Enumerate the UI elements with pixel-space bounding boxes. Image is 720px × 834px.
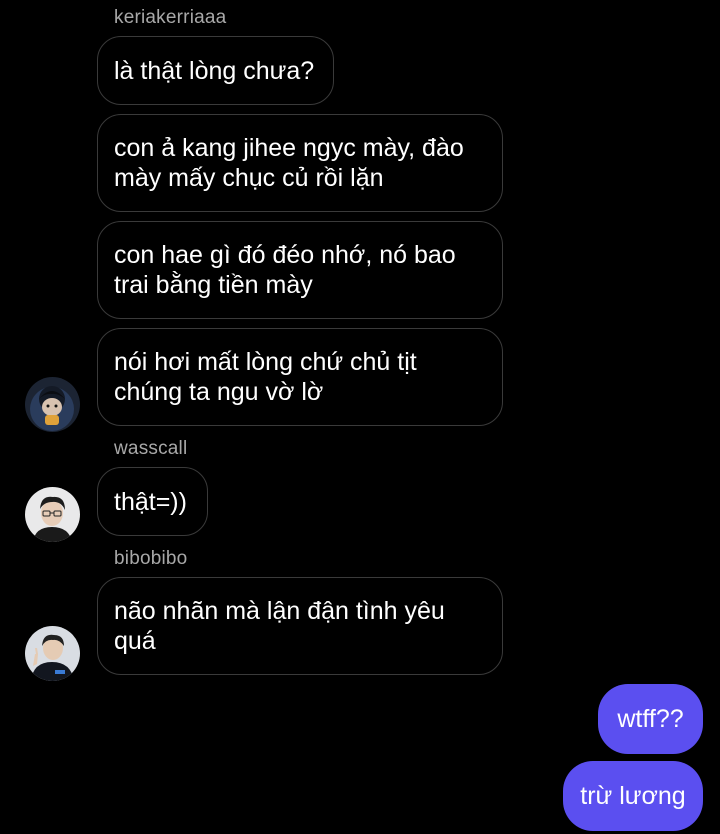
avatar-image	[25, 487, 80, 542]
message-bubble[interactable]: con ả kang jihee ngyc mày, đào mày mấy c…	[97, 114, 503, 212]
message-text: con ả kang jihee ngyc mày, đào mày mấy c…	[114, 134, 464, 192]
message-bubble[interactable]: nói hơi mất lòng chứ chủ tịt chúng ta ng…	[97, 328, 503, 426]
user-avatar-icon[interactable]	[25, 626, 80, 681]
message-bubble[interactable]: con hae gì đó đéo nhớ, nó bao trai bằng …	[97, 221, 503, 319]
avatar-image	[25, 377, 80, 432]
message-text: là thật lòng chưa?	[114, 56, 315, 85]
sender-name: keriakerriaaa	[114, 7, 227, 28]
message-text: wtff??	[617, 704, 684, 733]
outgoing-message-bubble[interactable]: trừ lương	[563, 761, 703, 831]
message-bubble[interactable]: là thật lòng chưa?	[97, 36, 334, 105]
message-text: não nhãn mà lận đận tình yêu quá	[114, 597, 445, 655]
outgoing-message-bubble[interactable]: wtff??	[598, 684, 703, 754]
sender-name: bibobibo	[114, 548, 188, 569]
message-bubble[interactable]: thật=))	[97, 467, 208, 536]
sender-name: wasscall	[114, 438, 188, 459]
user-avatar-icon[interactable]	[25, 487, 80, 542]
user-avatar-icon[interactable]	[25, 377, 80, 432]
message-text: con hae gì đó đéo nhớ, nó bao trai bằng …	[114, 241, 456, 299]
message-text: trừ lương	[580, 781, 686, 810]
message-text: nói hơi mất lòng chứ chủ tịt chúng ta ng…	[114, 348, 417, 406]
avatar-image	[25, 626, 80, 681]
message-bubble[interactable]: não nhãn mà lận đận tình yêu quá	[97, 577, 503, 675]
message-text: thật=))	[114, 487, 187, 516]
